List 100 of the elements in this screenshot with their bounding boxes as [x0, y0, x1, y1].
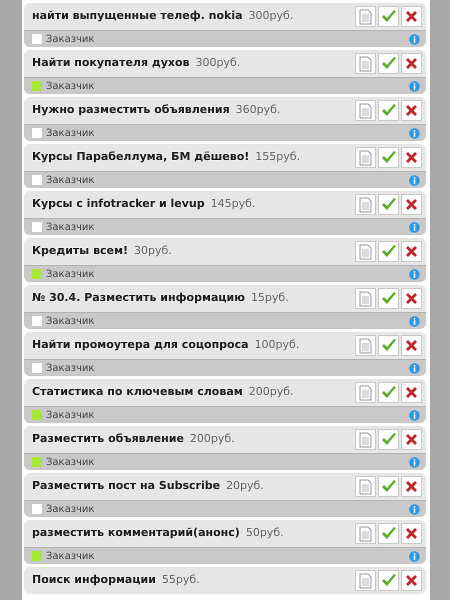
customer-label[interactable]: Заказчик [46, 408, 94, 422]
info-icon[interactable] [409, 504, 420, 514]
task-title[interactable]: Разместить объявление [32, 431, 184, 448]
customer-label[interactable]: Заказчик [46, 266, 94, 282]
document-button[interactable] [355, 241, 376, 262]
check-icon [380, 150, 396, 164]
reject-button[interactable] [401, 523, 422, 544]
close-icon [404, 103, 419, 118]
customer-label[interactable]: Заказчик [46, 78, 94, 94]
task-title[interactable]: № 30.4. Разместить информацию [32, 290, 245, 307]
customer-label[interactable]: Заказчик [46, 126, 94, 140]
document-button[interactable] [355, 382, 376, 403]
document-button[interactable] [355, 523, 376, 544]
reject-button[interactable] [401, 6, 422, 27]
info-icon[interactable] [409, 268, 420, 280]
task-title[interactable]: Статистика по ключевым словам [32, 384, 243, 401]
accept-button[interactable] [378, 241, 399, 262]
accept-button[interactable] [378, 147, 399, 168]
customer-label[interactable]: Заказчик [46, 548, 94, 564]
reject-button[interactable] [401, 429, 422, 450]
document-button[interactable] [355, 476, 376, 497]
check-icon [380, 386, 396, 400]
task-title[interactable]: найти выпущенные телеф. nokia [32, 8, 243, 25]
accept-button[interactable] [378, 288, 399, 309]
document-icon [359, 432, 372, 448]
document-button[interactable] [355, 335, 376, 356]
customer-label[interactable]: Заказчик [46, 454, 94, 470]
close-icon [404, 197, 419, 212]
customer-label[interactable]: Заказчик [46, 220, 94, 234]
task-price: 55руб. [162, 572, 200, 588]
task-title[interactable]: разместить комментарий(анонс) [32, 525, 240, 542]
reject-button[interactable] [401, 335, 422, 356]
reject-button[interactable] [401, 241, 422, 262]
reject-button[interactable] [401, 570, 422, 591]
close-icon [404, 9, 419, 24]
document-button[interactable] [355, 147, 376, 168]
info-icon[interactable] [409, 550, 420, 562]
document-button[interactable] [355, 288, 376, 309]
task-price: 300руб. [248, 8, 294, 24]
document-icon [359, 150, 372, 166]
close-icon [404, 56, 419, 71]
check-icon [380, 338, 396, 352]
task-price: 360руб. [236, 102, 280, 118]
accept-button[interactable] [378, 476, 399, 497]
info-icon[interactable] [409, 34, 420, 44]
task-title[interactable]: Разместить пост на Subscribe [32, 478, 220, 495]
customer-label[interactable]: Заказчик [46, 172, 94, 188]
check-icon [380, 574, 396, 588]
info-icon[interactable] [409, 128, 420, 138]
customer-label[interactable]: Заказчик [46, 314, 94, 328]
check-icon [380, 56, 396, 70]
reject-button[interactable] [401, 100, 422, 121]
document-icon [359, 526, 372, 542]
info-icon[interactable] [409, 316, 420, 326]
document-button[interactable] [355, 429, 376, 450]
accept-button[interactable] [378, 335, 399, 356]
info-icon[interactable] [409, 174, 420, 186]
accept-button[interactable] [378, 194, 399, 215]
accept-button[interactable] [378, 382, 399, 403]
info-icon[interactable] [409, 222, 420, 232]
reject-button[interactable] [401, 53, 422, 74]
document-button[interactable] [355, 6, 376, 27]
customer-label[interactable]: Заказчик [46, 502, 94, 516]
accept-button[interactable] [378, 429, 399, 450]
task-price: 155руб. [255, 149, 300, 166]
accept-button[interactable] [378, 523, 399, 544]
reject-button[interactable] [401, 194, 422, 215]
reject-button[interactable] [401, 147, 422, 168]
task-price: 100руб. [254, 337, 300, 354]
document-button[interactable] [355, 570, 376, 591]
close-icon [404, 385, 419, 400]
check-icon [380, 292, 396, 306]
document-button[interactable] [355, 100, 376, 121]
task-title[interactable]: Курсы Парабеллума, БМ дёшево! [32, 149, 250, 166]
check-icon [380, 104, 396, 118]
reject-button[interactable] [401, 288, 422, 309]
reject-button[interactable] [401, 476, 422, 497]
info-icon[interactable] [409, 456, 420, 468]
task-price: 200руб. [190, 431, 235, 448]
document-button[interactable] [355, 194, 376, 215]
document-button[interactable] [355, 53, 376, 74]
task-title[interactable]: Кредиты всем! [32, 243, 128, 260]
accept-button[interactable] [378, 100, 399, 121]
info-icon[interactable] [409, 80, 420, 92]
close-icon [404, 432, 419, 447]
task-title[interactable]: Найти покупателя духов [32, 55, 190, 72]
task-title[interactable]: Курсы с infotracker и levup [32, 196, 205, 213]
document-icon [359, 572, 372, 588]
customer-label[interactable]: Заказчик [46, 360, 94, 376]
accept-button[interactable] [378, 6, 399, 27]
reject-button[interactable] [401, 382, 422, 403]
customer-label[interactable]: Заказчик [46, 32, 94, 46]
accept-button[interactable] [378, 570, 399, 591]
task-title[interactable]: Найти промоутера для соцопроса [32, 337, 249, 354]
task-title[interactable]: Нужно разместить объявления [32, 102, 230, 119]
info-icon[interactable] [409, 362, 420, 374]
task-title[interactable]: Поиск информации [32, 572, 156, 589]
task-price: 145руб. [210, 196, 256, 212]
info-icon[interactable] [409, 410, 420, 420]
accept-button[interactable] [378, 53, 399, 74]
